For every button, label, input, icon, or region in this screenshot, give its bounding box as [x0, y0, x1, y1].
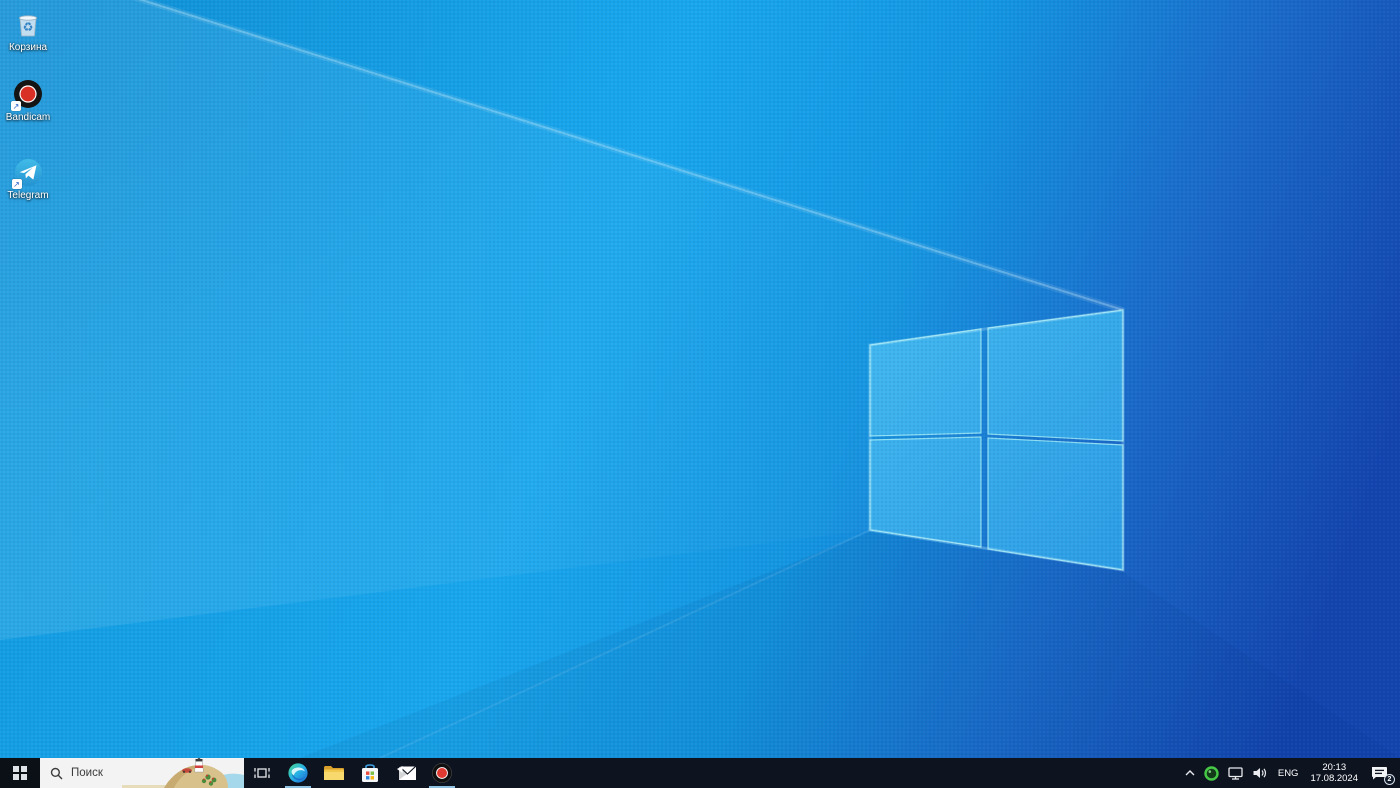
- microsoft-store-icon: [362, 763, 378, 782]
- language-indicator[interactable]: ENG: [1272, 758, 1305, 788]
- bandicam-record-icon: [1204, 765, 1219, 781]
- show-hidden-icons-button[interactable]: [1180, 758, 1200, 788]
- microsoft-store-button[interactable]: [352, 758, 388, 788]
- search-placeholder: Поиск: [71, 767, 103, 779]
- shortcut-arrow-icon: ↗: [11, 101, 21, 111]
- desktop-icon-bandicam[interactable]: ↗ Bandicam: [2, 78, 54, 123]
- recycle-bin-icon: ♻: [13, 8, 43, 40]
- bandicam-taskbar-icon: [432, 763, 452, 783]
- desktop-icon-recycle-bin[interactable]: ♻ Корзина: [2, 8, 54, 53]
- mail-button[interactable]: [388, 758, 424, 788]
- task-view-button[interactable]: [244, 758, 280, 788]
- notification-count-badge: 2: [1384, 774, 1395, 785]
- start-button[interactable]: [0, 758, 40, 788]
- mail-icon: [396, 765, 417, 780]
- search-highlight-illustration-icon: [122, 758, 244, 788]
- lighthouse: [194, 758, 204, 773]
- network-ethernet-icon: [1228, 766, 1243, 780]
- svg-text:♻: ♻: [23, 20, 34, 34]
- file-explorer-icon: [324, 766, 344, 780]
- telegram-icon: ↗: [11, 156, 44, 189]
- desktop-icon-label: Корзина: [8, 42, 48, 53]
- date: 17.08.2024: [1310, 773, 1358, 784]
- windows-start-icon: [13, 766, 27, 780]
- search-icon: [50, 767, 63, 779]
- time: 20:13: [1322, 762, 1347, 773]
- desktop-icon-label: Telegram: [7, 190, 49, 201]
- speaker-icon: [1253, 768, 1266, 778]
- system-tray: ENG 20:13 17.08.2024 2: [1180, 758, 1400, 788]
- task-view-icon: [254, 768, 270, 778]
- edge-button[interactable]: [280, 758, 316, 788]
- file-explorer-button[interactable]: [316, 758, 352, 788]
- desktop-icon-telegram[interactable]: ↗ Telegram: [2, 156, 54, 201]
- bandicam-tray-button[interactable]: [1200, 758, 1223, 788]
- taskbar: Поиск ENG 20:13 17.08.2024 2: [0, 758, 1400, 788]
- desktop-surface[interactable]: ♻ Корзина ↗ Bandicam ↗ Telegram: [0, 0, 1400, 758]
- bandicam-icon: ↗: [11, 78, 44, 111]
- clock[interactable]: 20:13 17.08.2024: [1304, 758, 1364, 788]
- volume-tray-button[interactable]: [1248, 758, 1272, 788]
- windows-desktop-screen: ♻ Корзина ↗ Bandicam ↗ Telegram Поиск EN…: [0, 0, 1400, 788]
- bandicam-button[interactable]: [424, 758, 460, 788]
- shortcut-arrow-icon: ↗: [11, 179, 22, 189]
- desktop-icon-label: Bandicam: [5, 112, 51, 123]
- action-center-button[interactable]: 2: [1364, 758, 1397, 788]
- search-input[interactable]: Поиск: [40, 758, 244, 788]
- wallpaper: [0, 0, 1400, 758]
- edge-icon: [288, 763, 308, 783]
- chevron-up-icon: [1185, 770, 1195, 776]
- network-tray-button[interactable]: [1223, 758, 1248, 788]
